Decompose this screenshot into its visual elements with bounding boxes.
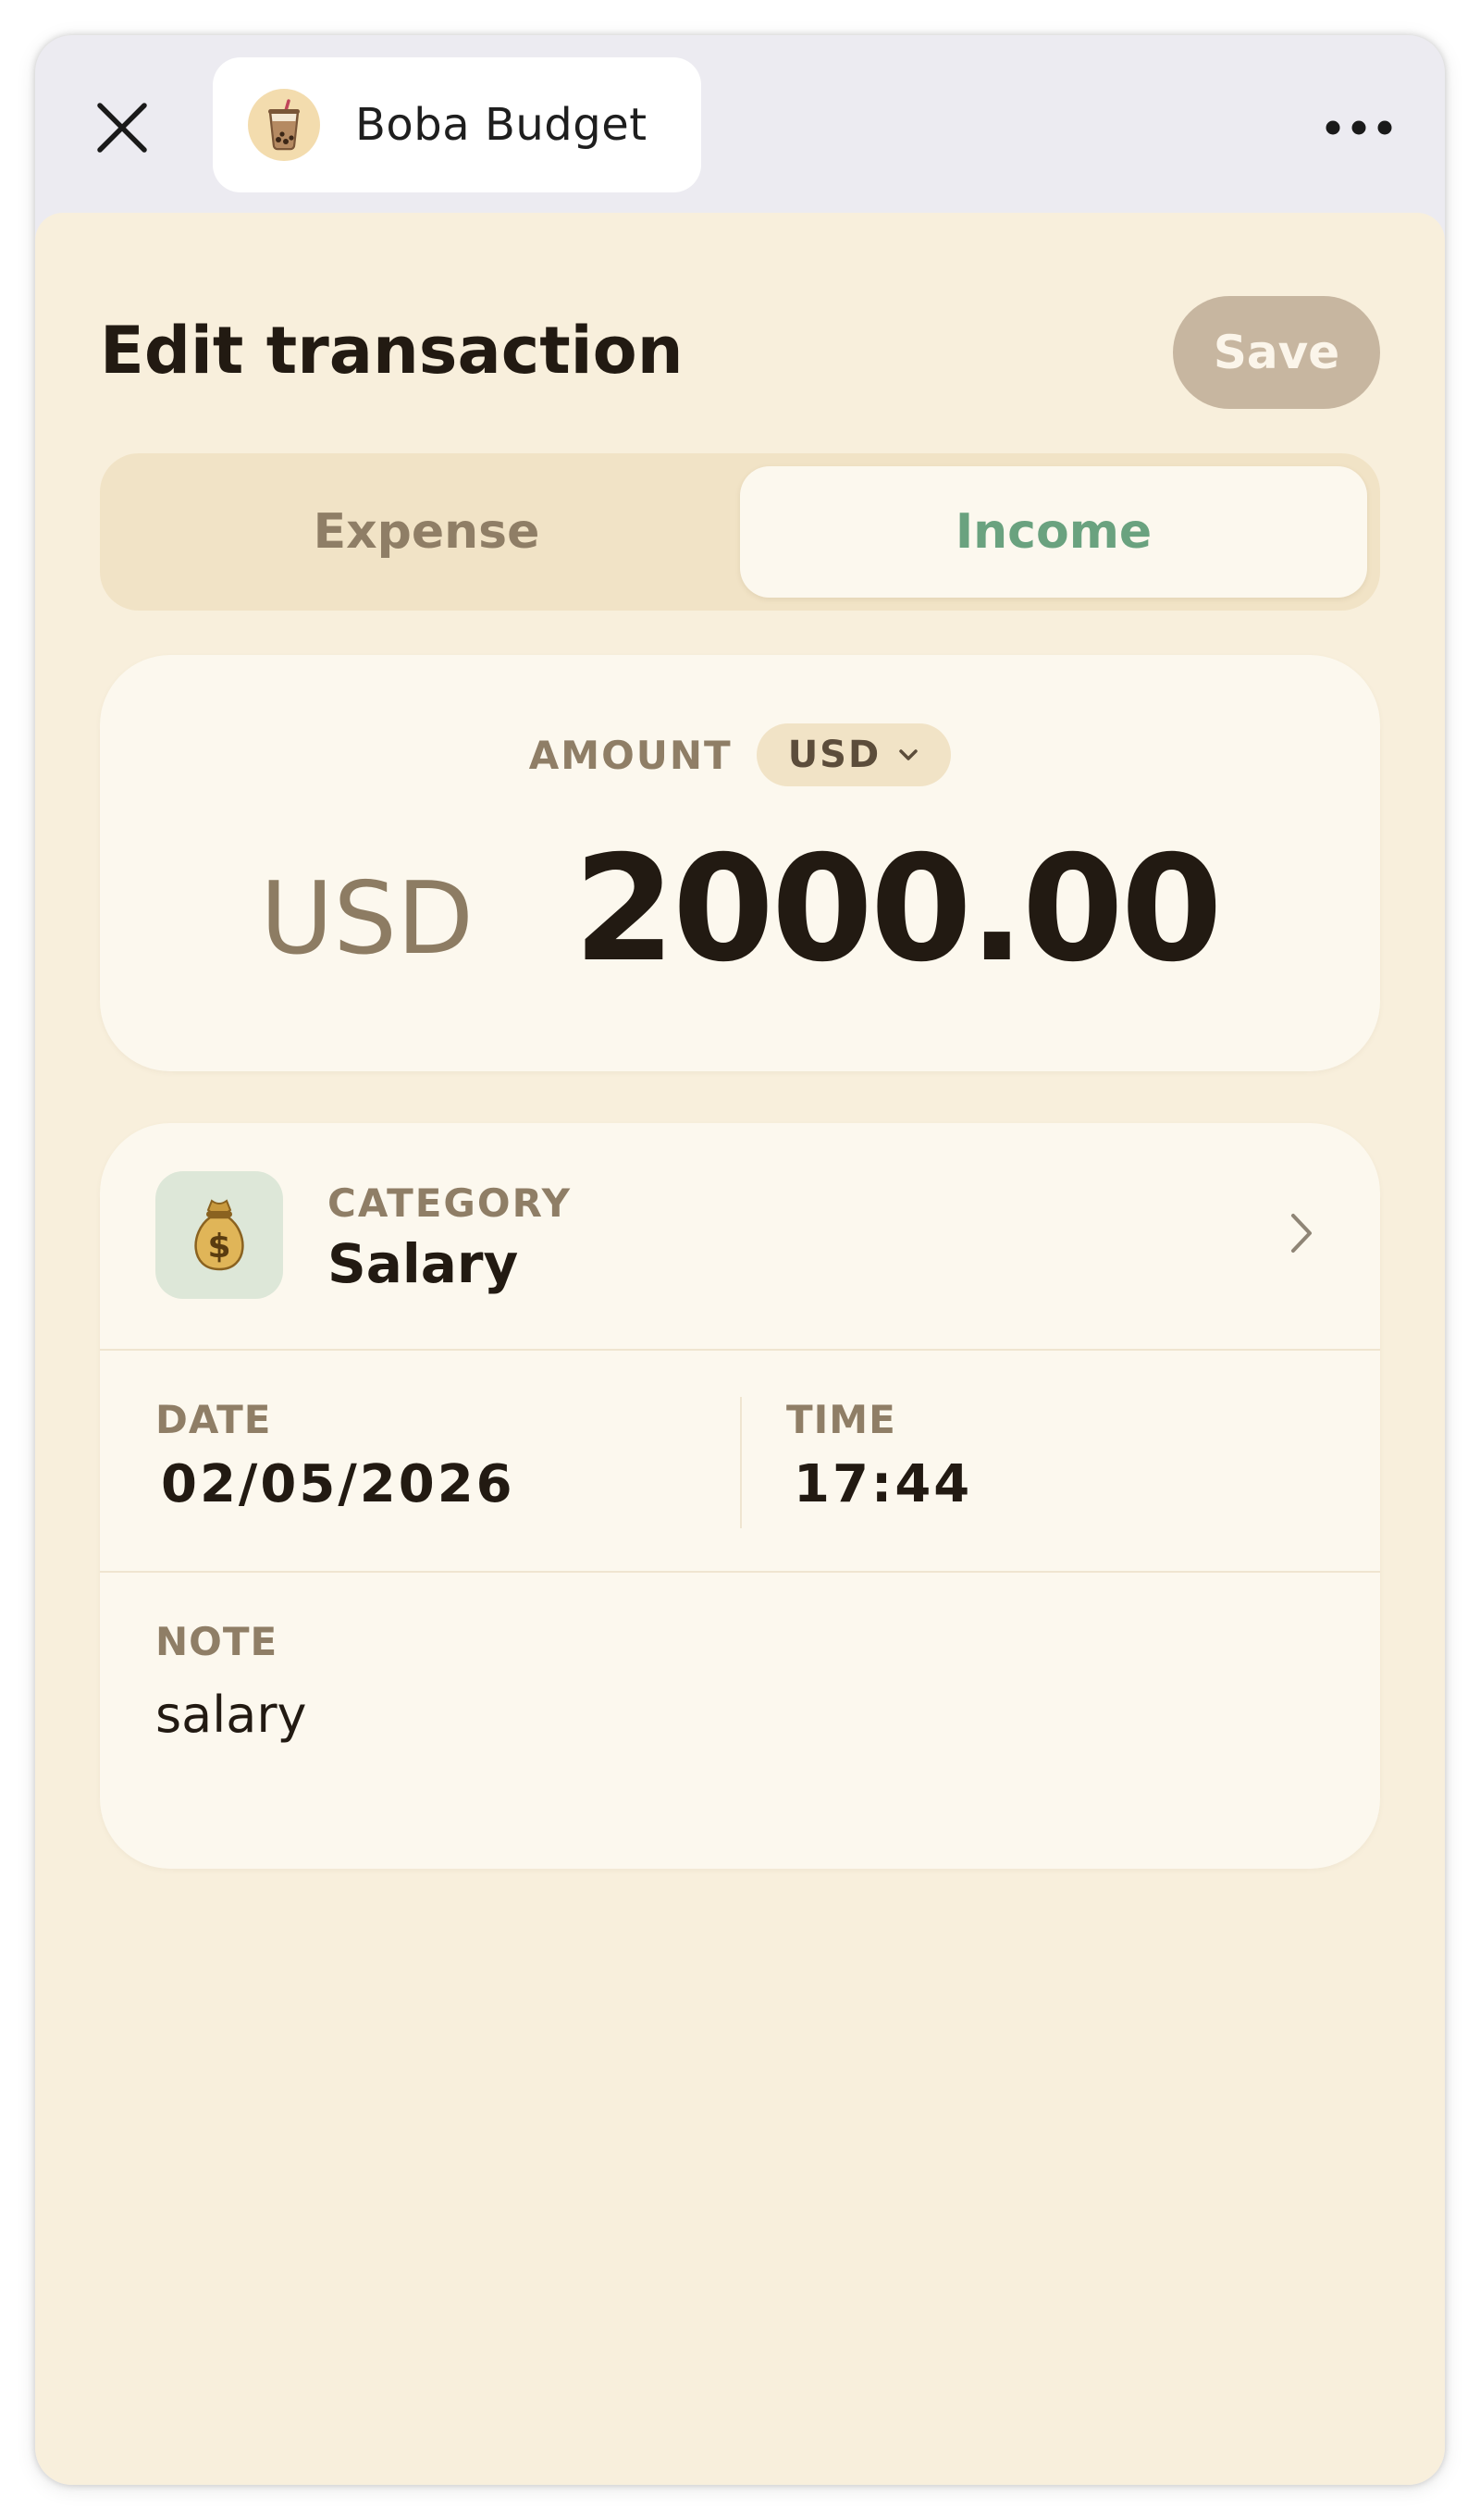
close-icon [97,103,147,153]
amount-label: AMOUNT [528,732,733,778]
currency-selector[interactable]: USD [756,723,952,786]
date-field[interactable]: DATE 02/05/2026 [100,1351,738,1571]
date-time-row: DATE 02/05/2026 TIME 17:44 [100,1351,1380,1571]
note-label: NOTE [155,1619,278,1664]
amount-value: 2000.00 [574,824,1223,994]
boba-tea-icon [248,89,320,161]
edit-transaction-sheet: Edit transaction Save Expense Income AMO… [35,213,1445,2485]
tab-income[interactable]: Income [740,466,1367,598]
note-field[interactable]: NOTE salary [100,1573,1380,1869]
tab-expense[interactable]: Expense [113,466,740,598]
more-options-button[interactable] [1317,100,1400,155]
category-value: Salary [327,1232,519,1295]
date-value: 02/05/2026 [161,1454,515,1514]
app-title-pill[interactable]: Boba Budget [213,57,701,192]
category-selector[interactable]: $ CATEGORY Salary [100,1123,1380,1349]
money-bag-icon: $ [155,1171,283,1299]
transaction-type-toggle: Expense Income [100,453,1380,611]
category-label: CATEGORY [327,1180,573,1226]
amount-input[interactable]: USD 2000.00 [100,824,1380,994]
app-name: Boba Budget [355,99,648,151]
svg-text:$: $ [207,1228,230,1266]
details-card: $ CATEGORY Salary DATE 02/05/2026 TIME 1… [100,1123,1380,1869]
close-button[interactable] [89,94,155,161]
date-label: DATE [155,1397,272,1442]
time-label: TIME [786,1397,896,1442]
note-value: salary [155,1686,307,1744]
page-title: Edit transaction [100,313,684,389]
app-window: Boba Budget Edit transaction Save Expens… [35,35,1445,2485]
amount-currency-prefix: USD [260,860,475,977]
more-horizontal-icon [1326,120,1392,135]
chevron-down-icon [897,747,919,762]
time-value: 17:44 [794,1454,973,1514]
time-field[interactable]: TIME 17:44 [742,1351,1380,1571]
chevron-right-icon [1288,1210,1315,1260]
save-button[interactable]: Save [1173,296,1380,409]
amount-card: AMOUNT USD USD 2000.00 [100,655,1380,1071]
currency-selector-value: USD [787,734,882,776]
browser-top-bar: Boba Budget [35,35,1445,215]
